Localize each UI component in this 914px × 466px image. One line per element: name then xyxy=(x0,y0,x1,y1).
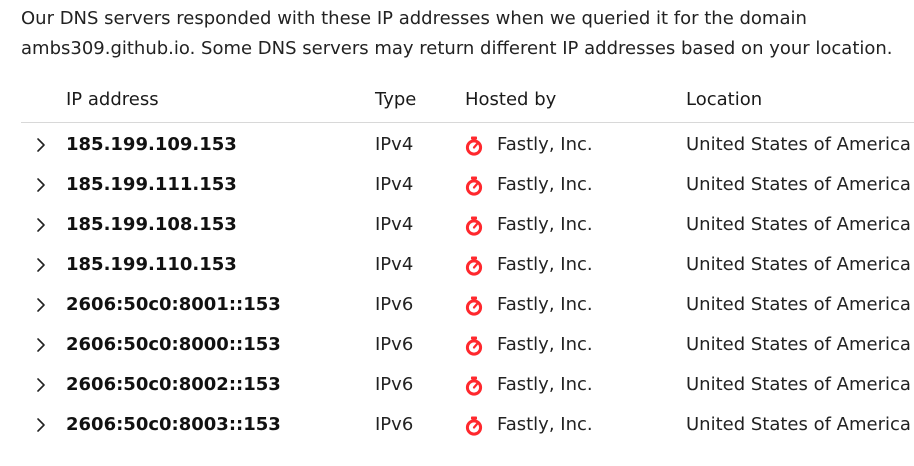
fastly-logo-icon xyxy=(465,256,483,276)
location: United States of America xyxy=(686,134,911,155)
table-row[interactable]: 2606:50c0:8003::153 IPv6 Fastly, Inc. Un… xyxy=(21,405,914,445)
location: United States of America xyxy=(686,254,911,275)
fastly-logo-icon xyxy=(465,336,483,356)
ip-address: 185.199.109.153 xyxy=(66,134,237,155)
hosted-by: Fastly, Inc. xyxy=(497,294,593,315)
ip-address: 2606:50c0:8000::153 xyxy=(66,334,281,355)
header-location: Location xyxy=(686,89,763,110)
ip-type: IPv4 xyxy=(375,174,414,195)
chevron-right-icon[interactable] xyxy=(33,217,49,233)
ip-address: 2606:50c0:8001::153 xyxy=(66,294,281,315)
ip-address: 2606:50c0:8002::153 xyxy=(66,374,281,395)
table-row[interactable]: 2606:50c0:8001::153 IPv6 Fastly, Inc. Un… xyxy=(21,285,914,325)
ip-type: IPv6 xyxy=(375,414,414,435)
ip-address: 185.199.110.153 xyxy=(66,254,237,275)
fastly-logo-icon xyxy=(465,216,483,236)
ip-type: IPv6 xyxy=(375,374,414,395)
hosted-by: Fastly, Inc. xyxy=(497,214,593,235)
intro-text: Our DNS servers responded with these IP … xyxy=(21,4,901,64)
ip-type: IPv6 xyxy=(375,294,414,315)
chevron-right-icon[interactable] xyxy=(33,337,49,353)
hosted-by: Fastly, Inc. xyxy=(497,174,593,195)
table-row[interactable]: 2606:50c0:8000::153 IPv6 Fastly, Inc. Un… xyxy=(21,325,914,365)
ip-address: 2606:50c0:8003::153 xyxy=(66,414,281,435)
hosted-by: Fastly, Inc. xyxy=(497,334,593,355)
table-body: 185.199.109.153 IPv4 Fastly, Inc. United… xyxy=(21,125,914,445)
hosted-by: Fastly, Inc. xyxy=(497,134,593,155)
table-row[interactable]: 185.199.110.153 IPv4 Fastly, Inc. United… xyxy=(21,245,914,285)
fastly-logo-icon xyxy=(465,176,483,196)
header-ip-address: IP address xyxy=(66,89,159,110)
fastly-logo-icon xyxy=(465,136,483,156)
table-row[interactable]: 185.199.109.153 IPv4 Fastly, Inc. United… xyxy=(21,125,914,165)
hosted-by: Fastly, Inc. xyxy=(497,374,593,395)
location: United States of America xyxy=(686,374,911,395)
header-hosted-by: Hosted by xyxy=(465,89,557,110)
table-row[interactable]: 185.199.108.153 IPv4 Fastly, Inc. United… xyxy=(21,205,914,245)
intro-line-1: Our DNS servers responded with these IP … xyxy=(21,8,807,29)
hosted-by: Fastly, Inc. xyxy=(497,414,593,435)
ip-type: IPv6 xyxy=(375,334,414,355)
hosted-by: Fastly, Inc. xyxy=(497,254,593,275)
chevron-right-icon[interactable] xyxy=(33,417,49,433)
intro-line-2: ambs309.github.io. Some DNS servers may … xyxy=(21,38,893,59)
location: United States of America xyxy=(686,294,911,315)
table-header: IP address Type Hosted by Location xyxy=(21,84,914,123)
location: United States of America xyxy=(686,174,911,195)
ip-address: 185.199.108.153 xyxy=(66,214,237,235)
chevron-right-icon[interactable] xyxy=(33,257,49,273)
table-row[interactable]: 2606:50c0:8002::153 IPv6 Fastly, Inc. Un… xyxy=(21,365,914,405)
ip-type: IPv4 xyxy=(375,214,414,235)
fastly-logo-icon xyxy=(465,416,483,436)
fastly-logo-icon xyxy=(465,376,483,396)
chevron-right-icon[interactable] xyxy=(33,137,49,153)
ip-type: IPv4 xyxy=(375,134,414,155)
ip-type: IPv4 xyxy=(375,254,414,275)
location: United States of America xyxy=(686,414,911,435)
ip-address: 185.199.111.153 xyxy=(66,174,237,195)
chevron-right-icon[interactable] xyxy=(33,297,49,313)
table-row[interactable]: 185.199.111.153 IPv4 Fastly, Inc. United… xyxy=(21,165,914,205)
fastly-logo-icon xyxy=(465,296,483,316)
location: United States of America xyxy=(686,334,911,355)
dns-results-table: IP address Type Hosted by Location 185.1… xyxy=(21,84,914,445)
location: United States of America xyxy=(686,214,911,235)
chevron-right-icon[interactable] xyxy=(33,377,49,393)
header-type: Type xyxy=(375,89,417,110)
chevron-right-icon[interactable] xyxy=(33,177,49,193)
